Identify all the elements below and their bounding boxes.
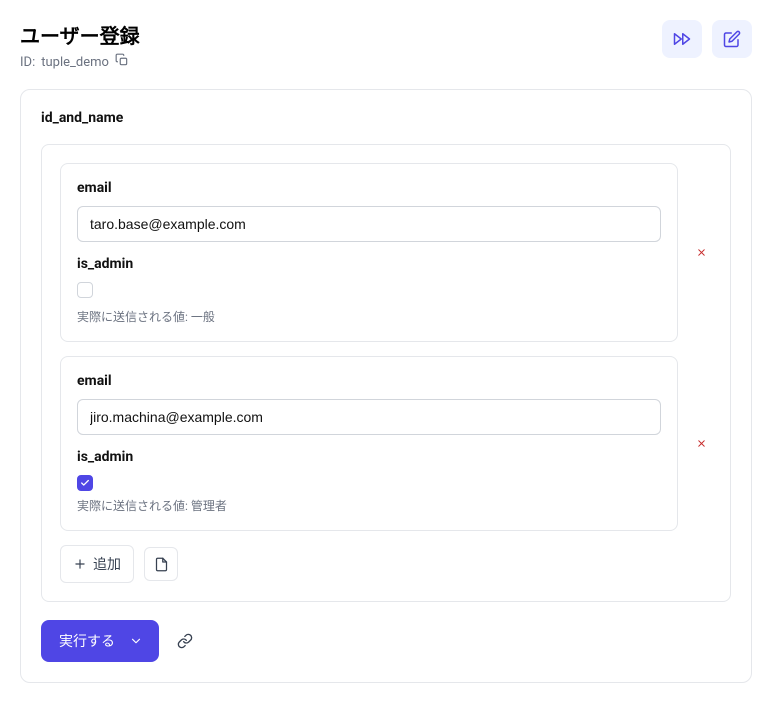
email-field-group: email (77, 180, 661, 242)
submit-button[interactable]: 実行する (41, 620, 159, 662)
page-id: ID: tuple_demo (20, 53, 140, 71)
submit-label: 実行する (59, 631, 115, 651)
email-input[interactable] (77, 206, 661, 242)
plus-icon (73, 557, 87, 571)
remove-item-button[interactable] (690, 242, 712, 264)
add-item-button[interactable]: 追加 (60, 545, 134, 583)
email-label: email (77, 180, 661, 196)
hint-text: 実際に送信される値: 管理者 (77, 497, 661, 514)
file-button[interactable] (144, 547, 178, 581)
main-panel: id_and_name email is_admin 実際に送信される値: 一般 (20, 89, 752, 683)
copy-icon[interactable] (115, 53, 129, 71)
file-icon (154, 557, 169, 572)
fast-forward-button[interactable] (662, 20, 702, 58)
link-button[interactable] (177, 633, 193, 649)
chevron-down-icon (129, 634, 143, 648)
list-item: email is_admin 実際に送信される値: 一般 (60, 163, 712, 342)
email-input[interactable] (77, 399, 661, 435)
email-label: email (77, 373, 661, 389)
is-admin-field-group: is_admin 実際に送信される値: 一般 (77, 256, 661, 325)
link-icon (177, 633, 193, 649)
hint-text: 実際に送信される値: 一般 (77, 308, 661, 325)
edit-button[interactable] (712, 20, 752, 58)
add-label: 追加 (93, 554, 121, 574)
item-card: email is_admin 実際に送信される値: 一般 (60, 163, 678, 342)
is-admin-label: is_admin (77, 449, 661, 465)
footer-actions: 実行する (41, 620, 731, 662)
id-value: tuple_demo (41, 55, 109, 70)
is-admin-checkbox[interactable] (77, 475, 93, 491)
close-icon (696, 438, 707, 449)
list-panel: email is_admin 実際に送信される値: 一般 (41, 144, 731, 602)
fast-forward-icon (673, 30, 691, 48)
edit-icon (723, 30, 741, 48)
header-actions (662, 20, 752, 58)
is-admin-label: is_admin (77, 256, 661, 272)
section-label: id_and_name (41, 110, 731, 126)
remove-item-button[interactable] (690, 433, 712, 455)
page-header: ユーザー登録 ID: tuple_demo (20, 20, 752, 71)
item-card: email is_admin 実際に送信される値: 管理者 (60, 356, 678, 531)
list-actions: 追加 (60, 545, 712, 583)
list-item: email is_admin 実際に送信される値: 管理者 (60, 356, 712, 531)
page-title: ユーザー登録 (20, 20, 140, 49)
id-prefix: ID: (20, 55, 35, 70)
is-admin-checkbox[interactable] (77, 282, 93, 298)
email-field-group: email (77, 373, 661, 435)
is-admin-field-group: is_admin 実際に送信される値: 管理者 (77, 449, 661, 514)
close-icon (696, 247, 707, 258)
